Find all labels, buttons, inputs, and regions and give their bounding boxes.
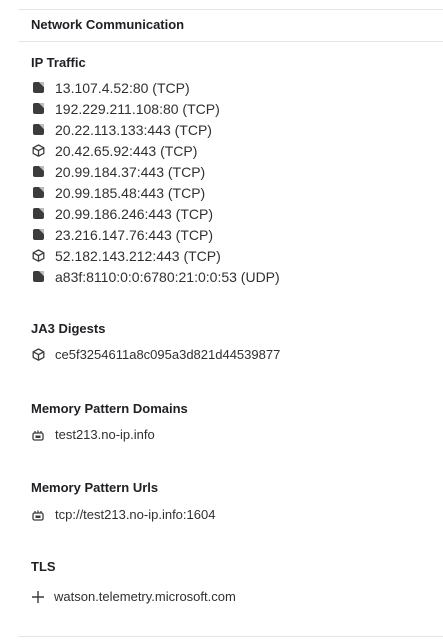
ip-traffic-item[interactable]: 20.99.185.48:443 (TCP)	[31, 182, 205, 203]
ip-traffic-item[interactable]: 20.22.113.133:443 (TCP)	[31, 119, 212, 140]
cube-icon	[31, 249, 45, 263]
tls-item[interactable]: watson.telemetry.microsoft.com	[31, 586, 236, 607]
ip-traffic-item[interactable]: 20.99.184.37:443 (TCP)	[31, 161, 205, 182]
memory-domain-text: test213.no-ip.info	[55, 427, 155, 442]
ip-traffic-item[interactable]: 20.42.65.92:443 (TCP)	[31, 140, 197, 161]
file-icon	[31, 270, 45, 284]
file-icon	[31, 186, 45, 200]
file-icon	[31, 228, 45, 242]
file-icon	[31, 102, 45, 116]
ip-traffic-text: a83f:8110:0:0:6780:21:0:0:53 (UDP)	[55, 268, 280, 285]
ip-traffic-text: 13.107.4.52:80 (TCP)	[55, 79, 190, 96]
ip-traffic-text: 20.99.185.48:443 (TCP)	[55, 184, 206, 201]
memory-domain-item[interactable]: test213.no-ip.info	[31, 424, 155, 445]
ip-traffic-text: 23.216.147.76:443 (TCP)	[55, 226, 213, 243]
memory-url-item[interactable]: tcp://test213.no-ip.info:1604	[31, 504, 215, 525]
ip-traffic-item[interactable]: a83f:8110:0:0:6780:21:0:0:53 (UDP)	[31, 266, 280, 287]
plus-icon	[31, 590, 45, 604]
file-icon	[31, 123, 45, 137]
ja3-digests-title: JA3 Digests	[31, 321, 106, 336]
header-divider	[18, 41, 443, 42]
ja3-digest-item[interactable]: ce5f3254611a8c095a3d821d44539877	[31, 344, 280, 365]
cube-icon	[31, 144, 45, 158]
ja3-digest-text: ce5f3254611a8c095a3d821d44539877	[55, 347, 281, 362]
ip-traffic-item[interactable]: 192.229.211.108:80 (TCP)	[31, 98, 220, 119]
tls-title: TLS	[31, 559, 56, 574]
memory-icon	[31, 508, 45, 522]
top-divider	[18, 9, 443, 10]
ip-traffic-text: 20.99.184.37:443 (TCP)	[55, 163, 206, 180]
file-icon	[31, 207, 45, 221]
panel-title: Network Communication	[31, 17, 185, 32]
ip-traffic-item[interactable]: 13.107.4.52:80 (TCP)	[31, 77, 190, 98]
ip-traffic-item[interactable]: 23.216.147.76:443 (TCP)	[31, 224, 213, 245]
ip-traffic-text: 192.229.211.108:80 (TCP)	[55, 100, 220, 117]
file-icon	[31, 81, 45, 95]
ip-traffic-item[interactable]: 20.99.186.246:443 (TCP)	[31, 203, 213, 224]
memory-icon	[31, 428, 45, 442]
network-communication-panel: Network Communication IP Traffic 13.107.…	[0, 0, 443, 643]
ip-traffic-title: IP Traffic	[31, 55, 86, 70]
memory-pattern-urls-title: Memory Pattern Urls	[31, 480, 159, 495]
memory-pattern-domains-title: Memory Pattern Domains	[31, 401, 188, 416]
ip-traffic-item[interactable]: 52.182.143.212:443 (TCP)	[31, 245, 221, 266]
cube-icon	[31, 348, 45, 362]
bottom-divider	[18, 636, 443, 637]
memory-url-text: tcp://test213.no-ip.info:1604	[55, 507, 216, 522]
tls-text: watson.telemetry.microsoft.com	[54, 589, 236, 604]
file-icon	[31, 165, 45, 179]
ip-traffic-text: 20.42.65.92:443 (TCP)	[55, 142, 198, 159]
ip-traffic-text: 20.22.113.133:443 (TCP)	[55, 121, 212, 138]
ip-traffic-text: 20.99.186.246:443 (TCP)	[55, 205, 213, 222]
ip-traffic-text: 52.182.143.212:443 (TCP)	[55, 247, 221, 264]
